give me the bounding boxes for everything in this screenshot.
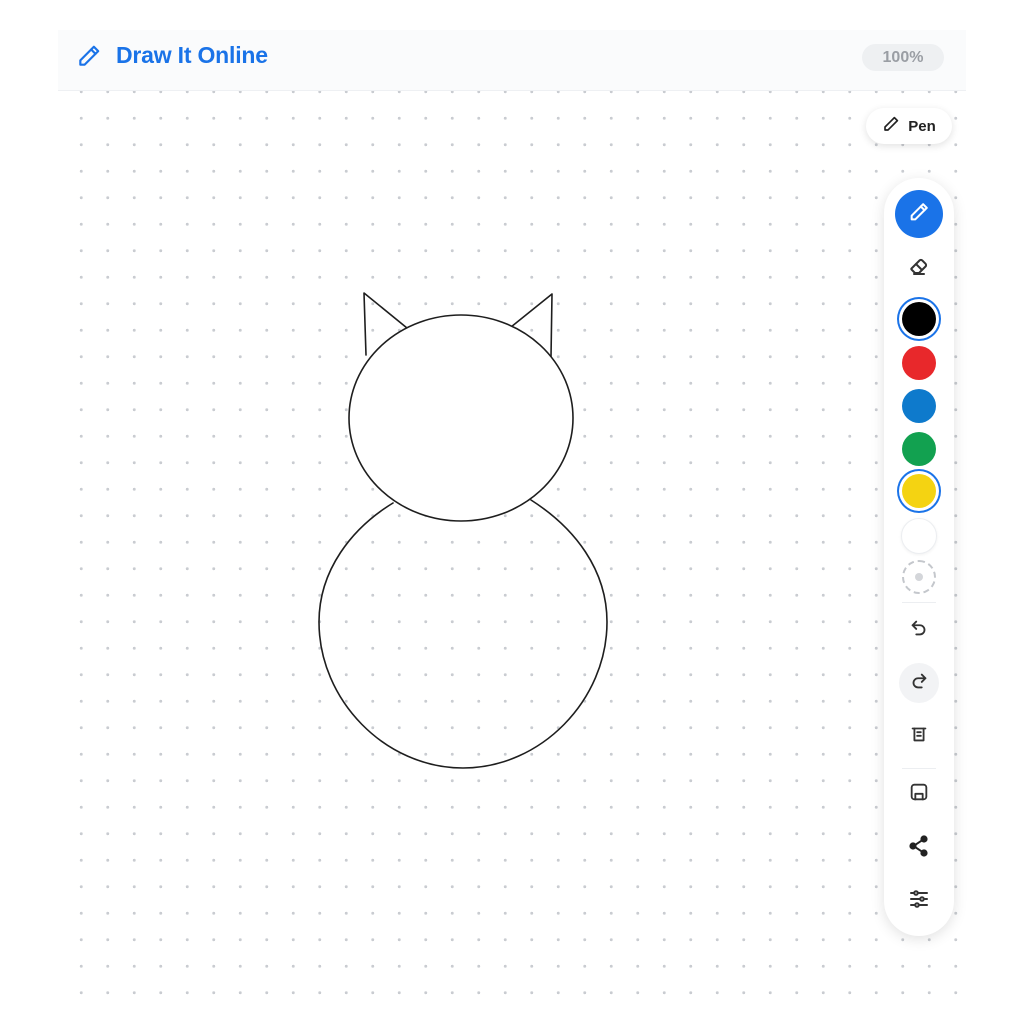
toolbar-divider <box>902 602 936 603</box>
pencil-icon <box>908 201 930 228</box>
undo-button[interactable] <box>899 610 939 650</box>
settings-button[interactable] <box>899 881 939 921</box>
redo-icon <box>908 670 930 697</box>
trash-icon <box>908 723 930 750</box>
drawing-app: Draw It Online 100% Pen <box>0 0 1024 1024</box>
color-swatch-red[interactable] <box>902 346 936 380</box>
cat-head <box>348 314 574 522</box>
tool-palette <box>884 178 954 936</box>
redo-button[interactable] <box>899 663 939 703</box>
save-button[interactable] <box>899 774 939 814</box>
save-icon <box>908 781 930 808</box>
sliders-icon <box>907 887 931 916</box>
share-icon <box>907 834 931 863</box>
pen-tool-button[interactable] <box>895 190 943 238</box>
color-swatch-green[interactable] <box>902 432 936 466</box>
color-swatch-white[interactable] <box>901 518 937 554</box>
cat-sketch <box>318 292 608 769</box>
pencil-icon <box>882 115 900 137</box>
undo-icon <box>908 617 930 644</box>
toolbar-divider <box>902 768 936 769</box>
custom-color-button[interactable] <box>902 560 936 594</box>
color-swatch-blue[interactable] <box>902 389 936 423</box>
current-tool-label: Pen <box>908 117 936 135</box>
custom-color-icon <box>915 573 923 581</box>
current-tool-chip[interactable]: Pen <box>866 108 952 144</box>
eraser-tool-button[interactable] <box>899 248 939 288</box>
share-button[interactable] <box>899 828 939 868</box>
color-swatch-black[interactable] <box>902 302 936 336</box>
clear-canvas-button[interactable] <box>899 716 939 756</box>
color-swatch-yellow[interactable] <box>902 474 936 508</box>
cat-body <box>318 499 608 769</box>
eraser-icon <box>907 254 931 283</box>
